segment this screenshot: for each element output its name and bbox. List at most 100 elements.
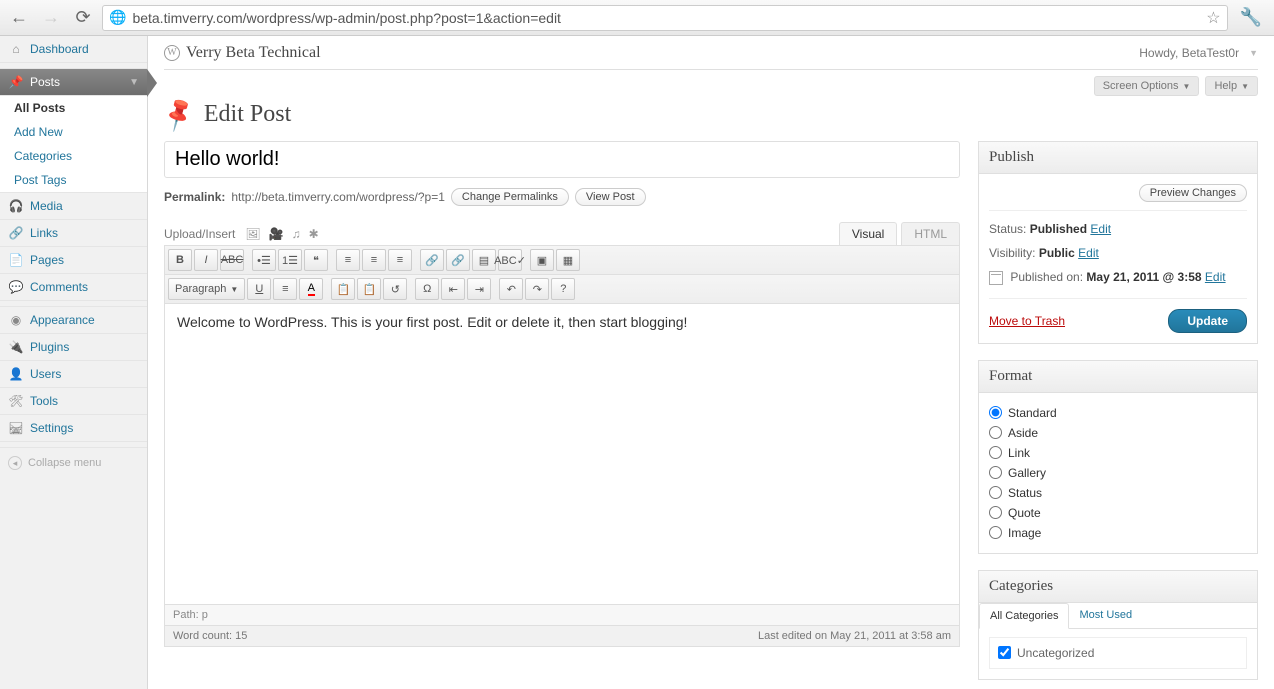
format-radio[interactable] [989,486,1002,499]
bookmark-star-icon[interactable]: ☆ [1206,8,1220,28]
editor-status-bar: Word count: 15 Last edited on May 21, 20… [164,626,960,647]
move-to-trash-link[interactable]: Move to Trash [989,314,1065,328]
format-radio[interactable] [989,466,1002,479]
format-select[interactable]: Paragraph▼ [168,278,245,300]
chevron-down-icon: ▼ [230,285,238,294]
main-content: W Verry Beta Technical Howdy, BetaTest0r… [148,36,1274,689]
add-media-icon[interactable]: ✱ [309,227,319,241]
editor-body[interactable]: Welcome to WordPress. This is your first… [165,304,959,604]
edit-visibility-link[interactable]: Edit [1078,246,1099,260]
tab-html[interactable]: HTML [901,222,960,245]
ul-button[interactable]: •☰ [252,249,276,271]
bold-button[interactable]: B [168,249,192,271]
paste-word-button[interactable]: 📋 [357,278,381,300]
page-heading: 📌 Edit Post [164,100,1258,129]
add-audio-icon[interactable]: ♫ [292,227,301,241]
update-button[interactable]: Update [1168,309,1247,333]
chevron-down-icon[interactable]: ▼ [1249,48,1258,58]
underline-button[interactable]: U [247,278,271,300]
edit-date-link[interactable]: Edit [1205,270,1226,284]
text-color-button[interactable]: A [299,278,323,300]
align-right-button[interactable]: ≡ [388,249,412,271]
remove-format-button[interactable]: ↺ [383,278,407,300]
help-editor-button[interactable]: ? [551,278,575,300]
sidebar-item-plugins[interactable]: 🔌 Plugins [0,334,147,361]
strike-button[interactable]: ABC [220,249,244,271]
change-permalinks-button[interactable]: Change Permalinks [451,188,569,206]
reload-button[interactable]: ⟳ [70,5,96,31]
justify-button[interactable]: ≡ [273,278,297,300]
add-image-icon[interactable]: 🖼 [245,227,260,241]
format-option[interactable]: Quote [989,503,1247,523]
forward-button[interactable]: → [38,5,64,31]
blockquote-button[interactable]: ❝ [304,249,328,271]
url-input[interactable] [132,10,1200,26]
permalink-row: Permalink: http://beta.timverry.com/word… [164,188,960,206]
screen-options-button[interactable]: Screen Options ▼ [1094,76,1200,96]
address-bar[interactable]: 🌐 ☆ [102,5,1228,31]
category-checkbox[interactable] [998,646,1011,659]
sidebar-item-posts[interactable]: 📌 Posts ▼ [0,69,147,96]
submenu-categories[interactable]: Categories [0,144,147,168]
tab-visual[interactable]: Visual [839,222,897,245]
spellcheck-button[interactable]: ABC✓ [498,249,522,271]
sidebar-item-pages[interactable]: 📄 Pages [0,247,147,274]
undo-button[interactable]: ↶ [499,278,523,300]
format-option[interactable]: Image [989,523,1247,543]
format-radio[interactable] [989,406,1002,419]
unlink-button[interactable]: 🔗 [446,249,470,271]
visibility-value: Public [1039,246,1075,260]
kitchen-sink-button[interactable]: ▦ [556,249,580,271]
collapse-menu[interactable]: ◂ Collapse menu [0,448,147,478]
format-radio[interactable] [989,426,1002,439]
format-option[interactable]: Gallery [989,463,1247,483]
paste-text-button[interactable]: 📋 [331,278,355,300]
outdent-button[interactable]: ⇤ [441,278,465,300]
view-post-button[interactable]: View Post [575,188,646,206]
help-button[interactable]: Help ▼ [1205,76,1258,96]
wrench-menu-icon[interactable]: 🔧 [1234,7,1268,28]
fullscreen-button[interactable]: ▣ [530,249,554,271]
sidebar-item-settings[interactable]: 🛤 Settings [0,415,147,442]
submenu-all-posts[interactable]: All Posts [0,96,147,120]
more-tag-button[interactable]: ▤ [472,249,496,271]
preview-changes-button[interactable]: Preview Changes [1139,184,1247,202]
submenu-post-tags[interactable]: Post Tags [0,168,147,192]
format-label: Gallery [1008,466,1046,480]
submenu-add-new[interactable]: Add New [0,120,147,144]
sidebar-item-links[interactable]: 🔗 Links [0,220,147,247]
align-center-button[interactable]: ≡ [362,249,386,271]
format-option[interactable]: Standard [989,403,1247,423]
italic-button[interactable]: I [194,249,218,271]
format-option[interactable]: Aside [989,423,1247,443]
sidebar-item-media[interactable]: 🎧 Media [0,193,147,220]
site-title[interactable]: W Verry Beta Technical [164,44,321,62]
category-item[interactable]: Uncategorized [998,646,1238,660]
align-left-button[interactable]: ≡ [336,249,360,271]
post-title-input[interactable] [164,141,960,178]
format-radio[interactable] [989,446,1002,459]
howdy-text[interactable]: Howdy, BetaTest0r [1139,46,1239,60]
edit-status-link[interactable]: Edit [1090,222,1111,236]
calendar-icon [989,271,1003,285]
back-button[interactable]: ← [6,5,32,31]
format-radio[interactable] [989,506,1002,519]
format-heading: Format [979,361,1257,393]
tab-most-used[interactable]: Most Used [1069,603,1142,628]
sidebar-item-tools[interactable]: 🛠 Tools [0,388,147,415]
sidebar-item-comments[interactable]: 💬 Comments [0,274,147,301]
sidebar-item-users[interactable]: 👤 Users [0,361,147,388]
redo-button[interactable]: ↷ [525,278,549,300]
special-char-button[interactable]: Ω [415,278,439,300]
format-option[interactable]: Link [989,443,1247,463]
format-option[interactable]: Status [989,483,1247,503]
add-video-icon[interactable]: 🎥 [269,227,284,241]
ol-button[interactable]: 1☰ [278,249,302,271]
sidebar-item-appearance[interactable]: ◉ Appearance [0,307,147,334]
indent-button[interactable]: ⇥ [467,278,491,300]
format-radio[interactable] [989,526,1002,539]
sidebar-item-dashboard[interactable]: ⌂ Dashboard [0,36,147,63]
site-title-label: Verry Beta Technical [186,44,321,62]
tab-all-categories[interactable]: All Categories [979,603,1069,629]
link-button[interactable]: 🔗 [420,249,444,271]
